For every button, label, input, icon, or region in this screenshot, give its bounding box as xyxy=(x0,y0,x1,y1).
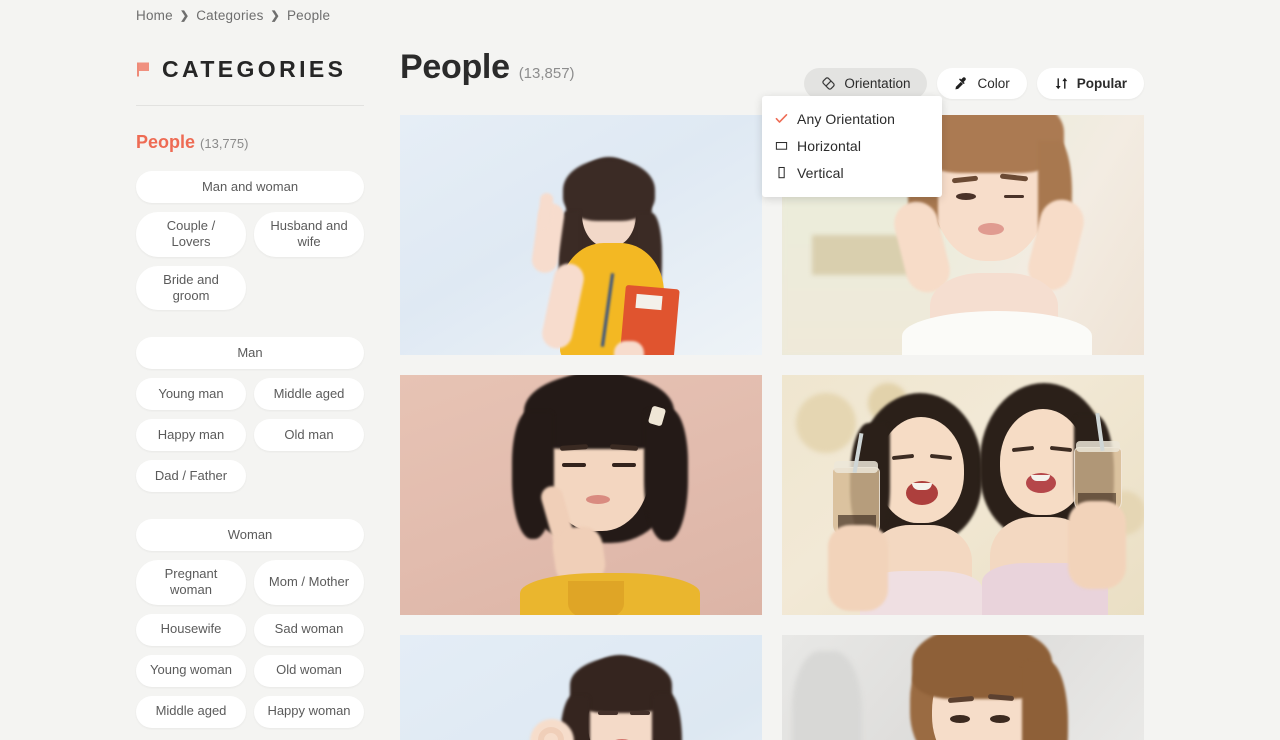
color-button[interactable]: Color xyxy=(937,68,1027,99)
tag-man-and-woman[interactable]: Man and woman xyxy=(136,171,364,203)
tag-middle-aged-woman[interactable]: Middle aged xyxy=(136,695,246,728)
breadcrumb-separator-icon: ❯ xyxy=(179,10,190,22)
tag-dad-father[interactable]: Dad / Father xyxy=(136,460,246,492)
categories-title: CATEGORIES xyxy=(162,56,347,82)
menu-item-horizontal-label: Horizontal xyxy=(797,137,862,154)
page-title-count: (13,857) xyxy=(518,65,575,82)
orientation-button-label: Orientation xyxy=(844,76,911,91)
tag-housewife[interactable]: Housewife xyxy=(136,613,246,646)
breadcrumb-item-home[interactable]: Home xyxy=(136,8,173,23)
tag-happy-man[interactable]: Happy man xyxy=(136,419,246,451)
tag-couple-lovers[interactable]: Couple / Lovers xyxy=(136,212,246,257)
eyedropper-icon xyxy=(954,76,969,91)
breadcrumb-item-categories[interactable]: Categories xyxy=(196,8,263,23)
photo-image xyxy=(400,115,762,355)
breadcrumb: Home ❯ Categories ❯ People xyxy=(136,8,330,23)
tag-mom-mother[interactable]: Mom / Mother xyxy=(254,560,364,605)
filter-toolbar: Orientation Color Popular xyxy=(804,68,1144,99)
photo-image xyxy=(400,635,762,740)
menu-item-horizontal[interactable]: Horizontal xyxy=(762,132,942,159)
photo-card[interactable] xyxy=(782,635,1144,740)
sidebar-divider xyxy=(136,105,364,106)
tag-husband-and-wife[interactable]: Husband and wife xyxy=(254,212,364,257)
tag-middle-aged-man[interactable]: Middle aged xyxy=(254,378,364,410)
tag-young-woman[interactable]: Young woman xyxy=(136,654,246,687)
orientation-icon xyxy=(821,76,836,91)
main-header: People (13,857) Orientation Color Popula… xyxy=(400,48,1144,197)
breadcrumb-separator-icon: ❯ xyxy=(270,10,280,22)
tag-group-man-and-woman: Man and woman Couple / Lovers Husband an… xyxy=(136,171,366,310)
active-category-name: People xyxy=(136,132,196,152)
flag-icon xyxy=(136,61,153,78)
tag-pregnant-woman[interactable]: Pregnant woman xyxy=(136,560,246,605)
active-category-count: (13,775) xyxy=(200,136,249,151)
menu-item-vertical-label: Vertical xyxy=(797,164,844,181)
tag-group-woman: Woman Pregnant woman Mom / Mother Housew… xyxy=(136,519,366,728)
tag-man[interactable]: Man xyxy=(136,337,364,369)
menu-item-any-orientation-label: Any Orientation xyxy=(797,110,895,127)
categories-sidebar: CATEGORIES People (13,775) Man and woman… xyxy=(136,58,364,740)
categories-heading: CATEGORIES xyxy=(136,58,364,81)
photo-image xyxy=(400,375,762,615)
page-title: People xyxy=(400,48,510,86)
breadcrumb-item-people[interactable]: People xyxy=(287,8,330,23)
sort-icon xyxy=(1054,76,1069,91)
tag-sad-woman[interactable]: Sad woman xyxy=(254,613,364,646)
active-category[interactable]: People (13,775) xyxy=(136,132,364,153)
tag-happy-woman[interactable]: Happy woman xyxy=(254,695,364,728)
rect-landscape-icon xyxy=(775,139,797,152)
check-icon xyxy=(775,112,797,125)
tag-old-woman[interactable]: Old woman xyxy=(254,654,364,687)
menu-item-any-orientation[interactable]: Any Orientation xyxy=(762,105,942,132)
orientation-dropdown-menu: Any Orientation Horizontal Vertical xyxy=(762,96,942,197)
sort-button[interactable]: Popular xyxy=(1036,68,1144,99)
orientation-button[interactable]: Orientation xyxy=(804,68,928,99)
tag-old-man[interactable]: Old man xyxy=(254,419,364,451)
tag-young-man[interactable]: Young man xyxy=(136,378,246,410)
photo-card[interactable] xyxy=(782,375,1144,615)
tag-bride-and-groom[interactable]: Bride and groom xyxy=(136,265,246,310)
tag-woman[interactable]: Woman xyxy=(136,519,364,551)
photo-grid xyxy=(400,115,1144,740)
sort-button-label: Popular xyxy=(1076,76,1127,91)
rect-portrait-icon xyxy=(775,166,797,179)
photo-card[interactable] xyxy=(400,635,762,740)
photo-card[interactable] xyxy=(400,375,762,615)
photo-image xyxy=(782,375,1144,615)
menu-item-vertical[interactable]: Vertical xyxy=(762,159,942,186)
tag-group-man: Man Young man Middle aged Happy man Old … xyxy=(136,337,366,492)
photo-image xyxy=(782,635,1144,740)
color-button-label: Color xyxy=(977,76,1010,91)
photo-card[interactable] xyxy=(400,115,762,355)
